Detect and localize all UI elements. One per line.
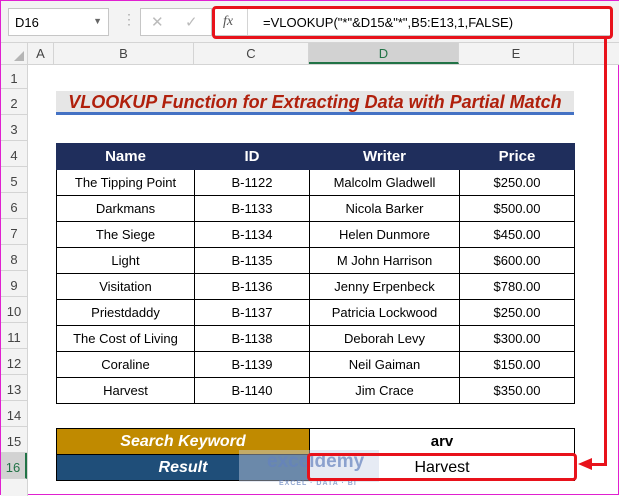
row-header-11[interactable]: 11 — [1, 323, 27, 349]
select-all-button[interactable] — [1, 43, 28, 64]
books-table: Name ID Writer Price The Tipping Point B-… — [56, 143, 575, 404]
cell-id[interactable]: B-1139 — [194, 351, 310, 378]
cell-name[interactable]: Coraline — [56, 351, 195, 378]
cell-writer[interactable]: Jenny Erpenbeck — [309, 273, 460, 300]
cell-name[interactable]: Light — [56, 247, 195, 274]
row-header-13[interactable]: 13 — [1, 375, 27, 401]
row-header-14[interactable]: 14 — [1, 401, 27, 427]
cell-name[interactable]: Visitation — [56, 273, 195, 300]
table-row: Darkmans B-1133 Nicola Barker $500.00 — [56, 195, 575, 222]
row-header-6[interactable]: 6 — [1, 193, 27, 219]
table-row: Coraline B-1139 Neil Gaiman $150.00 — [56, 351, 575, 378]
row-header-5[interactable]: 5 — [1, 167, 27, 193]
name-box[interactable]: D16 ▼ — [8, 8, 109, 36]
table-row: Harvest B-1140 Jim Crace $350.00 — [56, 377, 575, 404]
cell-price[interactable]: $500.00 — [459, 195, 575, 222]
drag-handle-icon[interactable]: ⋮ — [122, 11, 136, 28]
cell-writer[interactable]: Jim Crace — [309, 377, 460, 404]
cell-price[interactable]: $600.00 — [459, 247, 575, 274]
cell-id[interactable]: B-1138 — [194, 325, 310, 352]
highlight-result — [307, 453, 577, 481]
row-header-4[interactable]: 4 — [1, 141, 27, 167]
row-header-12[interactable]: 12 — [1, 349, 27, 375]
cell-writer[interactable]: Patricia Lockwood — [309, 299, 460, 326]
table-row: Light B-1135 M John Harrison $600.00 — [56, 247, 575, 274]
cell-id[interactable]: B-1122 — [194, 169, 310, 196]
row-header-9[interactable]: 9 — [1, 271, 27, 297]
row-header-8[interactable]: 8 — [1, 245, 27, 271]
column-header-c[interactable]: C — [194, 43, 309, 64]
cell-id[interactable]: B-1136 — [194, 273, 310, 300]
table-row: The Tipping Point B-1122 Malcolm Gladwell $… — [56, 169, 575, 196]
row-header-3[interactable]: 3 — [1, 115, 27, 141]
column-header-b[interactable]: B — [54, 43, 194, 64]
cell-price[interactable]: $780.00 — [459, 273, 575, 300]
arrow-line — [591, 463, 607, 466]
cell-id[interactable]: B-1140 — [194, 377, 310, 404]
cell-price[interactable]: $350.00 — [459, 377, 575, 404]
cell-id[interactable]: B-1137 — [194, 299, 310, 326]
arrow-line — [604, 38, 607, 466]
arrow-head-icon — [578, 458, 592, 470]
chevron-down-icon[interactable]: ▼ — [93, 16, 102, 26]
cell-id[interactable]: B-1134 — [194, 221, 310, 248]
cell-id[interactable]: B-1133 — [194, 195, 310, 222]
table-row: The Siege B-1134 Helen Dunmore $450.00 — [56, 221, 575, 248]
cell-name[interactable]: Darkmans — [56, 195, 195, 222]
cell-writer[interactable]: Neil Gaiman — [309, 351, 460, 378]
cell-writer[interactable]: Malcolm Gladwell — [309, 169, 460, 196]
highlight-formula — [212, 6, 613, 39]
cell-name[interactable]: The Siege — [56, 221, 195, 248]
cell-name[interactable]: Harvest — [56, 377, 195, 404]
row-header-10[interactable]: 10 — [1, 297, 27, 323]
sheet-title: VLOOKUP Function for Extracting Data wit… — [56, 91, 574, 115]
cell-price[interactable]: $150.00 — [459, 351, 575, 378]
enter-icon[interactable]: ✓ — [185, 13, 198, 31]
cell-name[interactable]: The Cost of Living — [56, 325, 195, 352]
column-header-d[interactable]: D — [309, 43, 459, 64]
cell-price[interactable]: $450.00 — [459, 221, 575, 248]
name-box-value: D16 — [15, 15, 39, 30]
cell-price[interactable]: $250.00 — [459, 169, 575, 196]
cell-writer[interactable]: Helen Dunmore — [309, 221, 460, 248]
table-row: Priestdaddy B-1137 Patricia Lockwood $250.0… — [56, 299, 575, 326]
column-header-e[interactable]: E — [459, 43, 574, 64]
cell-name[interactable]: Priestdaddy — [56, 299, 195, 326]
formula-buttons: ✕ ✓ — [140, 8, 212, 36]
cell-id[interactable]: B-1135 — [194, 247, 310, 274]
cancel-icon[interactable]: ✕ — [151, 13, 164, 31]
cell-writer[interactable]: M John Harrison — [309, 247, 460, 274]
cell-price[interactable]: $300.00 — [459, 325, 575, 352]
row-headers: 1 2 3 4 5 6 7 8 9 10 11 12 13 14 15 16 — [1, 65, 28, 496]
cell-price[interactable]: $250.00 — [459, 299, 575, 326]
row-header-7[interactable]: 7 — [1, 219, 27, 245]
cell-name[interactable]: The Tipping Point — [56, 169, 195, 196]
table-row: The Cost of Living B-1138 Deborah Levy $300… — [56, 325, 575, 352]
cell-writer[interactable]: Nicola Barker — [309, 195, 460, 222]
row-header-2[interactable]: 2 — [1, 89, 27, 115]
header-price: Price — [459, 143, 575, 170]
row-header-15[interactable]: 15 — [1, 427, 27, 453]
table-row: Visitation B-1136 Jenny Erpenbeck $780.00 — [56, 273, 575, 300]
column-header-a[interactable]: A — [28, 43, 54, 64]
row-header-16[interactable]: 16 — [1, 453, 27, 479]
header-writer: Writer — [309, 143, 460, 170]
header-name: Name — [56, 143, 195, 170]
column-headers: A B C D E — [1, 43, 619, 65]
cell-writer[interactable]: Deborah Levy — [309, 325, 460, 352]
row-header-1[interactable]: 1 — [1, 65, 27, 89]
header-id: ID — [194, 143, 310, 170]
